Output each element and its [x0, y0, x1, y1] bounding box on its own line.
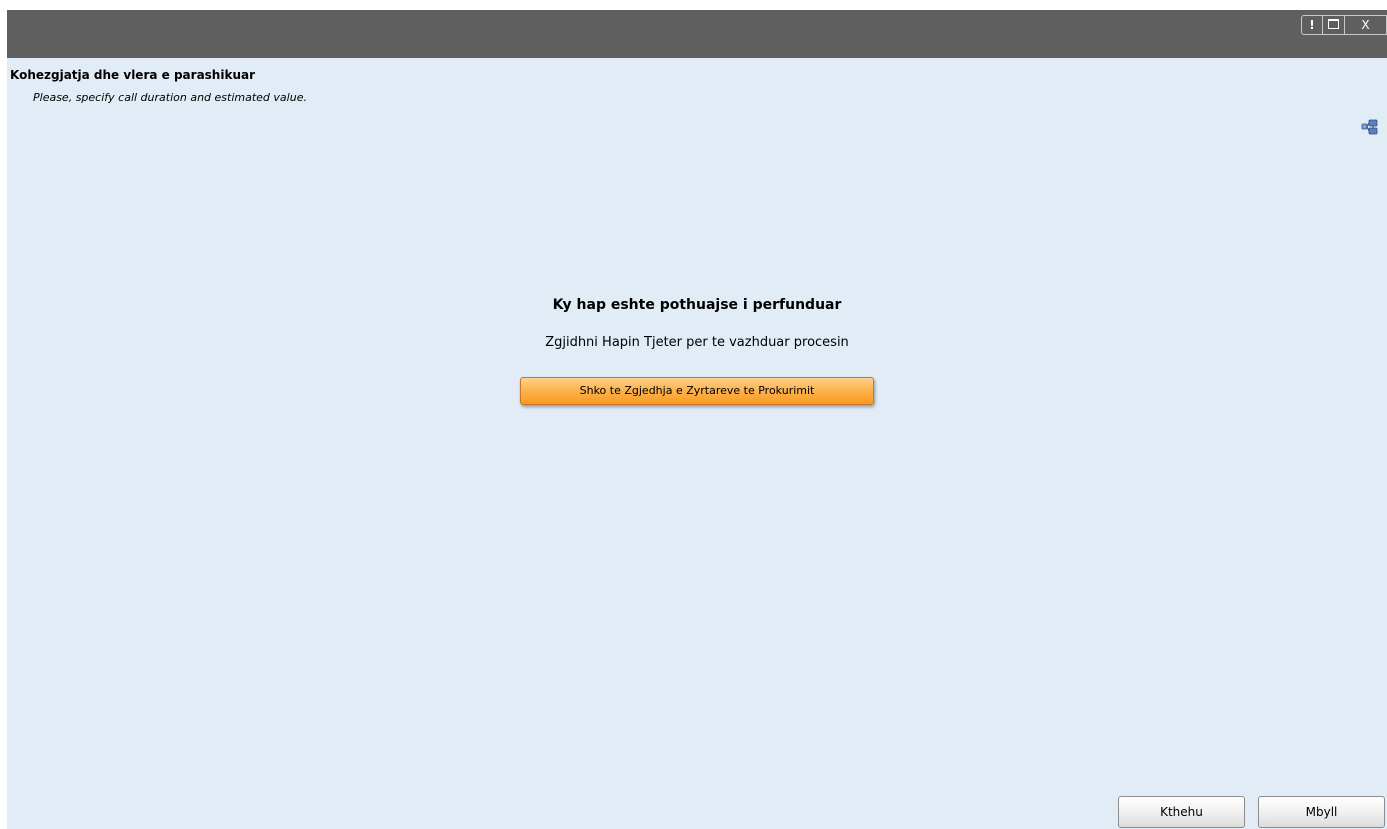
back-button[interactable]: Kthehu [1118, 796, 1245, 828]
help-button[interactable]: ! [1302, 16, 1323, 34]
maximize-icon [1328, 19, 1339, 29]
maximize-button[interactable] [1323, 16, 1345, 34]
close-button[interactable]: Mbyll [1258, 796, 1385, 828]
next-step-button[interactable]: Shko te Zgjedhja e Zyrtareve te Prokurim… [520, 377, 874, 405]
window-controls: ! X [1301, 15, 1387, 35]
network-icon[interactable] [1361, 118, 1379, 136]
dialog-window: ! X Kohezgjatja dhe vlera e parashikuar … [7, 10, 1387, 829]
page-title: Kohezgjatja dhe vlera e parashikuar [10, 68, 255, 82]
close-window-button[interactable]: X [1345, 16, 1387, 34]
status-title: Ky hap eshte pothuajse i perfunduar [552, 297, 842, 313]
page-subtitle: Please, specify call duration and estima… [33, 91, 307, 104]
title-bar: ! X [7, 10, 1387, 58]
status-message: Zgjidhni Hapin Tjeter per te vazhduar pr… [545, 335, 849, 350]
